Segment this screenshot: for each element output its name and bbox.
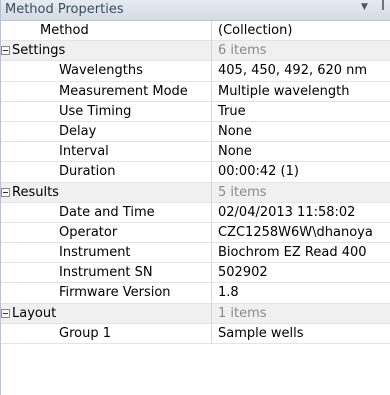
category-count: 1 items bbox=[212, 303, 390, 324]
collapse-icon[interactable] bbox=[1, 308, 10, 318]
category-name: Settings bbox=[12, 43, 66, 59]
property-row-group-1[interactable]: Group 1 Sample wells bbox=[1, 323, 390, 344]
property-row-instrument[interactable]: Instrument Biochrom EZ Read 400 bbox=[1, 243, 390, 264]
property-value[interactable]: Sample wells bbox=[212, 324, 390, 344]
property-value[interactable]: True bbox=[212, 102, 390, 122]
property-name: Group 1 bbox=[59, 325, 111, 341]
property-name: Use Timing bbox=[59, 103, 132, 119]
collapse-icon[interactable] bbox=[1, 187, 10, 197]
property-value[interactable]: 1.8 bbox=[212, 283, 390, 304]
property-value[interactable]: None bbox=[212, 122, 390, 143]
property-value[interactable]: 00:00:42 (1) bbox=[212, 162, 390, 183]
property-name: Operator bbox=[59, 224, 118, 240]
property-value[interactable]: None bbox=[212, 142, 390, 163]
property-value[interactable]: 502902 bbox=[212, 263, 390, 284]
property-row-instrument-sn[interactable]: Instrument SN 502902 bbox=[1, 263, 390, 284]
property-grid: Method (Collection) Settings 6 items Wav… bbox=[1, 21, 390, 344]
property-row-method[interactable]: Method (Collection) bbox=[1, 21, 390, 42]
property-value[interactable]: 405, 450, 492, 620 nm bbox=[212, 61, 390, 82]
property-row-use-timing[interactable]: Use Timing True bbox=[1, 101, 390, 122]
property-value[interactable]: CZC1258W6W\dhanoya bbox=[212, 223, 390, 244]
property-name: Date and Time bbox=[59, 204, 155, 220]
method-properties-panel: Method Properties ▼ Method (Collection) … bbox=[0, 0, 390, 395]
property-row-delay[interactable]: Delay None bbox=[1, 121, 390, 143]
property-name: Duration bbox=[59, 164, 116, 180]
property-row-date-and-time[interactable]: Date and Time 02/04/2013 11:58:02 bbox=[1, 202, 390, 223]
property-name: Instrument SN bbox=[59, 265, 153, 281]
property-value[interactable]: Biochrom EZ Read 400 bbox=[212, 243, 390, 264]
property-name: Delay bbox=[59, 123, 97, 139]
chevron-down-icon[interactable]: ▼ bbox=[361, 2, 368, 12]
property-name: Instrument bbox=[59, 245, 131, 261]
panel-title-bar: Method Properties ▼ bbox=[1, 0, 390, 21]
category-name: Layout bbox=[12, 305, 57, 321]
property-row-duration[interactable]: Duration 00:00:42 (1) bbox=[1, 162, 390, 183]
property-value[interactable]: Multiple wavelength bbox=[212, 82, 390, 102]
property-name: Measurement Mode bbox=[59, 83, 188, 99]
property-name: Firmware Version bbox=[59, 285, 171, 301]
category-count: 6 items bbox=[212, 41, 390, 62]
category-row-layout[interactable]: Layout 1 items bbox=[1, 303, 390, 324]
property-value[interactable]: (Collection) bbox=[212, 21, 390, 42]
category-name: Results bbox=[12, 184, 59, 200]
category-count: 5 items bbox=[212, 182, 390, 203]
property-row-operator[interactable]: Operator CZC1258W6W\dhanoya bbox=[1, 222, 390, 244]
property-row-wavelengths[interactable]: Wavelengths 405, 450, 492, 620 nm bbox=[1, 61, 390, 82]
property-row-firmware-version[interactable]: Firmware Version 1.8 bbox=[1, 283, 390, 304]
property-name: Interval bbox=[59, 144, 109, 160]
category-row-settings[interactable]: Settings 6 items bbox=[1, 41, 390, 62]
property-row-measurement-mode[interactable]: Measurement Mode Multiple wavelength bbox=[1, 81, 390, 102]
pin-icon[interactable] bbox=[382, 0, 384, 10]
property-name: Wavelengths bbox=[59, 63, 143, 79]
property-value[interactable]: 02/04/2013 11:58:02 bbox=[212, 203, 390, 223]
property-row-interval[interactable]: Interval None bbox=[1, 142, 390, 163]
category-row-results[interactable]: Results 5 items bbox=[1, 182, 390, 203]
property-name: Method bbox=[40, 23, 89, 38]
panel-title: Method Properties bbox=[5, 2, 124, 17]
collapse-icon[interactable] bbox=[1, 46, 10, 56]
